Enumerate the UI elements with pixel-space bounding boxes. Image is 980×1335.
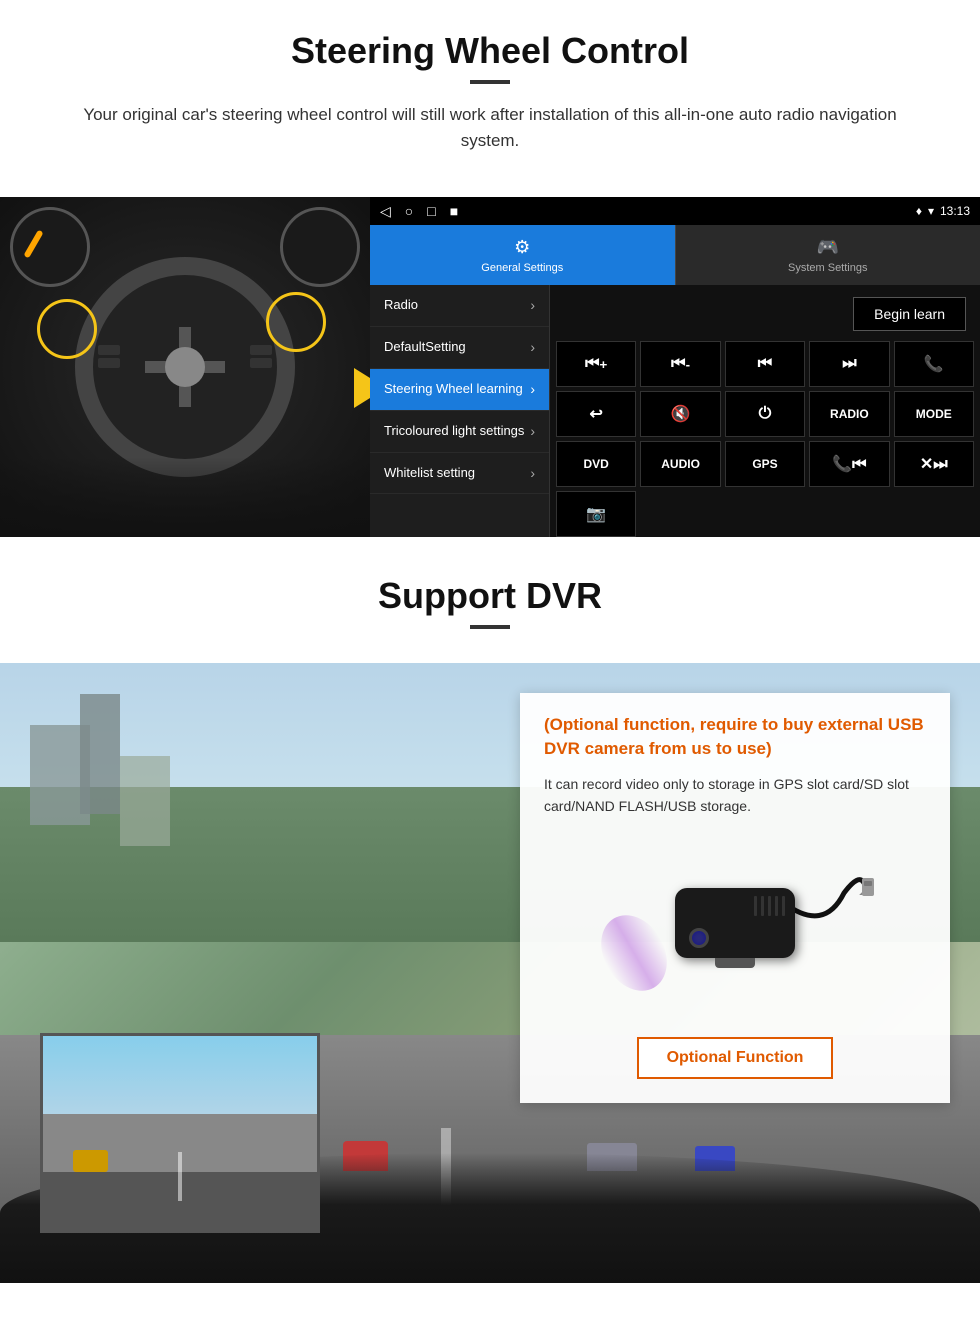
dvr-optional-title: (Optional function, require to buy exter…	[544, 713, 926, 761]
menu-item-tricolour[interactable]: Tricoloured light settings ›	[370, 411, 549, 453]
dvr-title: Support DVR	[40, 575, 940, 617]
menu-radio-label: Radio	[384, 297, 530, 314]
call-btn[interactable]: 📞	[894, 341, 974, 387]
ctrl-row-3: DVD AUDIO GPS 📞⏮ ✕⏭	[556, 441, 974, 487]
vol-down-btn[interactable]: ⏮-	[640, 341, 720, 387]
dvr-header: Support DVR	[0, 547, 980, 663]
steering-photo	[0, 197, 370, 537]
tab-system-settings[interactable]: 🎮 System Settings	[675, 225, 980, 285]
audio-btn[interactable]: AUDIO	[640, 441, 720, 487]
camera-btn[interactable]: 📷	[556, 491, 636, 537]
gear-icon: ⚙	[514, 237, 530, 258]
back-btn[interactable]: ↩	[556, 391, 636, 437]
prev-btn[interactable]: ⏮	[725, 341, 805, 387]
ctrl-row-1: ⏮+ ⏮- ⏮ ⏭ 📞	[556, 341, 974, 387]
gamepad-icon: 🎮	[817, 237, 839, 258]
menu-item-default[interactable]: DefaultSetting ›	[370, 327, 549, 369]
highlight-circle-right	[266, 292, 326, 352]
dvd-btn[interactable]: DVD	[556, 441, 636, 487]
wifi-icon: ▾	[928, 204, 934, 218]
menu-whitelist-label: Whitelist setting	[384, 465, 530, 482]
steering-composite: ◁ ○ □ ■ ♦ ▾ 13:13 ⚙ General Settings 🎮 S…	[0, 197, 980, 537]
menu-tricolour-label: Tricoloured light settings	[384, 423, 530, 440]
menu-buttons-area: Radio › DefaultSetting › Steering Wheel …	[370, 285, 980, 537]
dvr-divider	[470, 625, 510, 629]
gps-btn[interactable]: GPS	[725, 441, 805, 487]
menu-icon[interactable]: ■	[450, 203, 458, 220]
steering-subtitle: Your original car's steering wheel contr…	[80, 102, 900, 153]
tab-system-label: System Settings	[788, 262, 867, 274]
home-icon[interactable]: ○	[405, 203, 413, 220]
vol-up-btn[interactable]: ⏮+	[556, 341, 636, 387]
yellow-arrow	[354, 368, 370, 408]
mute-btn[interactable]: 🔇	[640, 391, 720, 437]
menu-default-label: DefaultSetting	[384, 339, 530, 356]
steering-wheel-bg	[0, 197, 370, 537]
dvr-info-box: (Optional function, require to buy exter…	[520, 693, 950, 1103]
title-divider	[470, 80, 510, 84]
cancel-next-btn[interactable]: ✕⏭	[894, 441, 974, 487]
begin-learn-row: Begin learn	[556, 291, 974, 337]
chevron-icon: ›	[530, 423, 535, 439]
chevron-icon: ›	[530, 339, 535, 355]
steering-section: Steering Wheel Control Your original car…	[0, 0, 980, 197]
mode-btn[interactable]: MODE	[894, 391, 974, 437]
ctrl-row-4: 📷	[556, 491, 974, 537]
tabs-row: ⚙ General Settings 🎮 System Settings	[370, 225, 980, 285]
chevron-icon: ›	[530, 465, 535, 481]
steering-title: Steering Wheel Control	[40, 30, 940, 72]
chevron-icon: ›	[530, 381, 535, 397]
power-btn[interactable]: ⏻	[725, 391, 805, 437]
menu-item-whitelist[interactable]: Whitelist setting ›	[370, 453, 549, 495]
ctrl-row-2: ↩ 🔇 ⏻ RADIO MODE	[556, 391, 974, 437]
android-panel: ◁ ○ □ ■ ♦ ▾ 13:13 ⚙ General Settings 🎮 S…	[370, 197, 980, 537]
buttons-grid-area: Begin learn ⏮+ ⏮- ⏮ ⏭ 📞 ↩ 🔇 ⏻ RADIO MODE	[550, 285, 980, 537]
highlight-circle-left	[37, 299, 97, 359]
dvr-cam-view	[40, 1033, 320, 1233]
wheel-center	[165, 347, 205, 387]
menu-list: Radio › DefaultSetting › Steering Wheel …	[370, 285, 550, 537]
recent-icon[interactable]: □	[427, 203, 435, 220]
dvr-section: Support DVR	[0, 547, 980, 1283]
radio-btn[interactable]: RADIO	[809, 391, 889, 437]
dvr-device-image	[544, 833, 926, 1013]
clock: 13:13	[940, 204, 970, 218]
back-icon[interactable]: ◁	[380, 203, 391, 220]
tab-general-label: General Settings	[481, 262, 563, 274]
status-right: ♦ ▾ 13:13	[916, 204, 970, 218]
chevron-icon: ›	[530, 297, 535, 313]
tab-general-settings[interactable]: ⚙ General Settings	[370, 225, 675, 285]
dvr-device-body	[675, 888, 795, 958]
call-prev-btn[interactable]: 📞⏮	[809, 441, 889, 487]
status-bar: ◁ ○ □ ■ ♦ ▾ 13:13	[370, 197, 980, 225]
menu-steering-label: Steering Wheel learning	[384, 381, 530, 398]
dvr-description: It can record video only to storage in G…	[544, 773, 926, 818]
dvr-background: (Optional function, require to buy exter…	[0, 663, 980, 1283]
nav-icons: ◁ ○ □ ■	[380, 203, 458, 220]
steering-wheel-circle	[75, 257, 295, 477]
menu-item-steering[interactable]: Steering Wheel learning ›	[370, 369, 549, 411]
begin-learn-button[interactable]: Begin learn	[853, 297, 966, 331]
signal-icon: ♦	[916, 204, 922, 218]
next-btn[interactable]: ⏭	[809, 341, 889, 387]
dvr-lens	[689, 928, 709, 948]
menu-item-radio[interactable]: Radio ›	[370, 285, 549, 327]
optional-function-button[interactable]: Optional Function	[637, 1037, 834, 1079]
